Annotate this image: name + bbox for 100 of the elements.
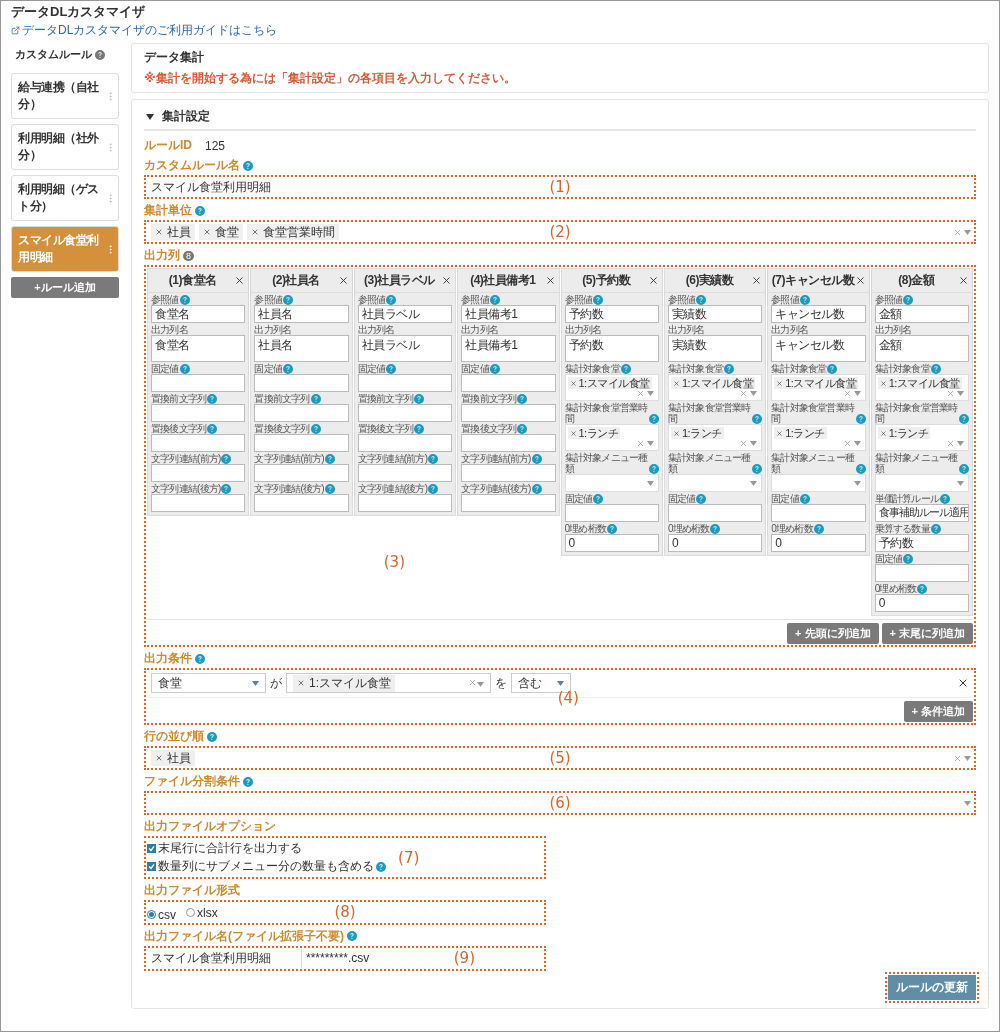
text-field[interactable] xyxy=(771,504,866,522)
help-icon[interactable] xyxy=(903,554,914,564)
help-icon[interactable] xyxy=(489,364,500,374)
text-field[interactable] xyxy=(357,434,453,452)
help-icon[interactable] xyxy=(376,861,386,872)
text-field[interactable]: 実績数 xyxy=(667,305,763,323)
help-icon[interactable] xyxy=(648,464,659,474)
help-icon[interactable] xyxy=(799,295,810,305)
textarea-field[interactable]: 社員ラベル xyxy=(357,335,453,362)
text-field[interactable]: 予約数 xyxy=(874,534,969,552)
remove-icon[interactable] xyxy=(155,754,163,762)
help-icon[interactable] xyxy=(347,931,357,941)
help-icon[interactable] xyxy=(95,49,105,60)
remove-icon[interactable] xyxy=(776,379,784,387)
close-icon[interactable] xyxy=(957,677,969,689)
close-icon[interactable] xyxy=(234,275,246,286)
text-field[interactable] xyxy=(357,494,453,512)
help-icon[interactable] xyxy=(221,484,232,494)
remove-icon[interactable] xyxy=(879,379,887,387)
remove-icon[interactable] xyxy=(297,679,305,687)
text-field[interactable] xyxy=(151,404,246,422)
text-field[interactable] xyxy=(254,494,349,512)
help-icon[interactable] xyxy=(959,464,969,474)
file-name-field[interactable]: スマイル食堂利用明細 xyxy=(147,948,302,968)
help-icon[interactable] xyxy=(531,454,542,464)
help-icon[interactable] xyxy=(207,424,218,434)
close-icon[interactable] xyxy=(337,275,349,286)
help-icon[interactable] xyxy=(620,364,631,374)
textarea-field[interactable]: 社員名 xyxy=(254,335,349,362)
multi-select[interactable]: 1:スマイル食堂 xyxy=(771,374,866,401)
text-field[interactable] xyxy=(254,464,349,482)
help-icon[interactable] xyxy=(179,295,190,305)
close-icon[interactable] xyxy=(544,275,556,286)
help-icon[interactable] xyxy=(283,364,293,374)
text-field[interactable]: 社員備考1 xyxy=(461,305,556,323)
radio-button[interactable] xyxy=(147,910,156,919)
help-icon[interactable] xyxy=(903,295,914,305)
text-field[interactable]: 社員名 xyxy=(254,305,349,323)
multi-select[interactable]: 1:ランチ xyxy=(874,424,969,451)
radio-button[interactable] xyxy=(186,908,195,917)
add-rule-button[interactable]: +ルール追加 xyxy=(11,277,119,298)
help-icon[interactable] xyxy=(648,414,659,424)
help-icon[interactable] xyxy=(959,414,969,424)
settings-toggle[interactable]: 集計設定 xyxy=(144,106,976,131)
remove-icon[interactable] xyxy=(879,429,887,437)
help-icon[interactable] xyxy=(324,454,335,464)
clear-icon[interactable] xyxy=(953,227,962,237)
help-icon[interactable] xyxy=(752,464,763,474)
text-field[interactable]: 0 xyxy=(874,594,969,612)
help-icon[interactable] xyxy=(799,494,810,504)
close-icon[interactable] xyxy=(958,275,969,286)
text-field[interactable] xyxy=(357,404,453,422)
remove-icon[interactable] xyxy=(569,429,577,437)
help-icon[interactable] xyxy=(517,394,528,404)
text-field[interactable] xyxy=(151,464,246,482)
close-icon[interactable] xyxy=(751,275,763,286)
help-icon[interactable] xyxy=(930,524,941,534)
update-button[interactable]: ルールの更新 xyxy=(888,974,976,1000)
text-field[interactable]: 社員ラベル xyxy=(357,305,453,323)
text-field[interactable]: 予約数 xyxy=(564,305,659,323)
help-icon[interactable] xyxy=(940,494,951,504)
text-field[interactable]: キャンセル数 xyxy=(771,305,866,323)
textarea-field[interactable]: 実績数 xyxy=(667,335,763,362)
help-icon[interactable] xyxy=(179,364,190,374)
clear-icon[interactable] xyxy=(468,678,477,687)
multi-select[interactable]: 1:ランチ xyxy=(771,424,866,451)
guide-link[interactable]: データDLカスタマイザのご利用ガイドはこちら xyxy=(11,22,278,39)
rule-item[interactable]: 利用明細（ゲスト分） xyxy=(11,175,119,221)
textarea-field[interactable]: 金額 xyxy=(874,335,969,362)
checkbox[interactable] xyxy=(147,862,156,871)
help-icon[interactable] xyxy=(283,295,293,305)
clear-icon[interactable] xyxy=(946,439,955,448)
help-icon[interactable] xyxy=(710,524,721,534)
rule-item[interactable]: 利用明細（社外分） xyxy=(11,124,119,170)
help-icon[interactable] xyxy=(324,484,335,494)
rule-name-field[interactable]: スマイル食堂利用明細 xyxy=(147,179,275,195)
multi-select[interactable]: 1:ランチ xyxy=(564,424,659,451)
textarea-field[interactable]: 予約数 xyxy=(564,335,659,362)
select-field[interactable] xyxy=(874,474,969,492)
add-condition-button[interactable]: + 条件追加 xyxy=(903,701,973,722)
clear-icon[interactable] xyxy=(635,439,645,448)
text-field[interactable]: 0 xyxy=(771,534,866,552)
text-field[interactable] xyxy=(874,564,969,582)
remove-icon[interactable] xyxy=(569,379,577,387)
help-icon[interactable] xyxy=(310,424,321,434)
textarea-field[interactable]: 社員備考1 xyxy=(461,335,556,362)
text-field[interactable]: 食堂名 xyxy=(151,305,246,323)
clear-icon[interactable] xyxy=(739,439,749,448)
checkbox[interactable] xyxy=(147,844,156,853)
text-field[interactable] xyxy=(151,494,246,512)
remove-icon[interactable] xyxy=(251,228,259,236)
add-column-button[interactable]: + 末尾に列追加 xyxy=(881,623,973,644)
help-icon[interactable] xyxy=(930,364,941,374)
help-icon[interactable] xyxy=(593,295,604,305)
help-icon[interactable] xyxy=(207,394,218,404)
text-field[interactable] xyxy=(461,494,556,512)
text-field[interactable]: 0 xyxy=(667,534,763,552)
help-icon[interactable] xyxy=(917,584,928,594)
select-field[interactable] xyxy=(771,474,866,492)
text-field[interactable] xyxy=(357,374,453,392)
